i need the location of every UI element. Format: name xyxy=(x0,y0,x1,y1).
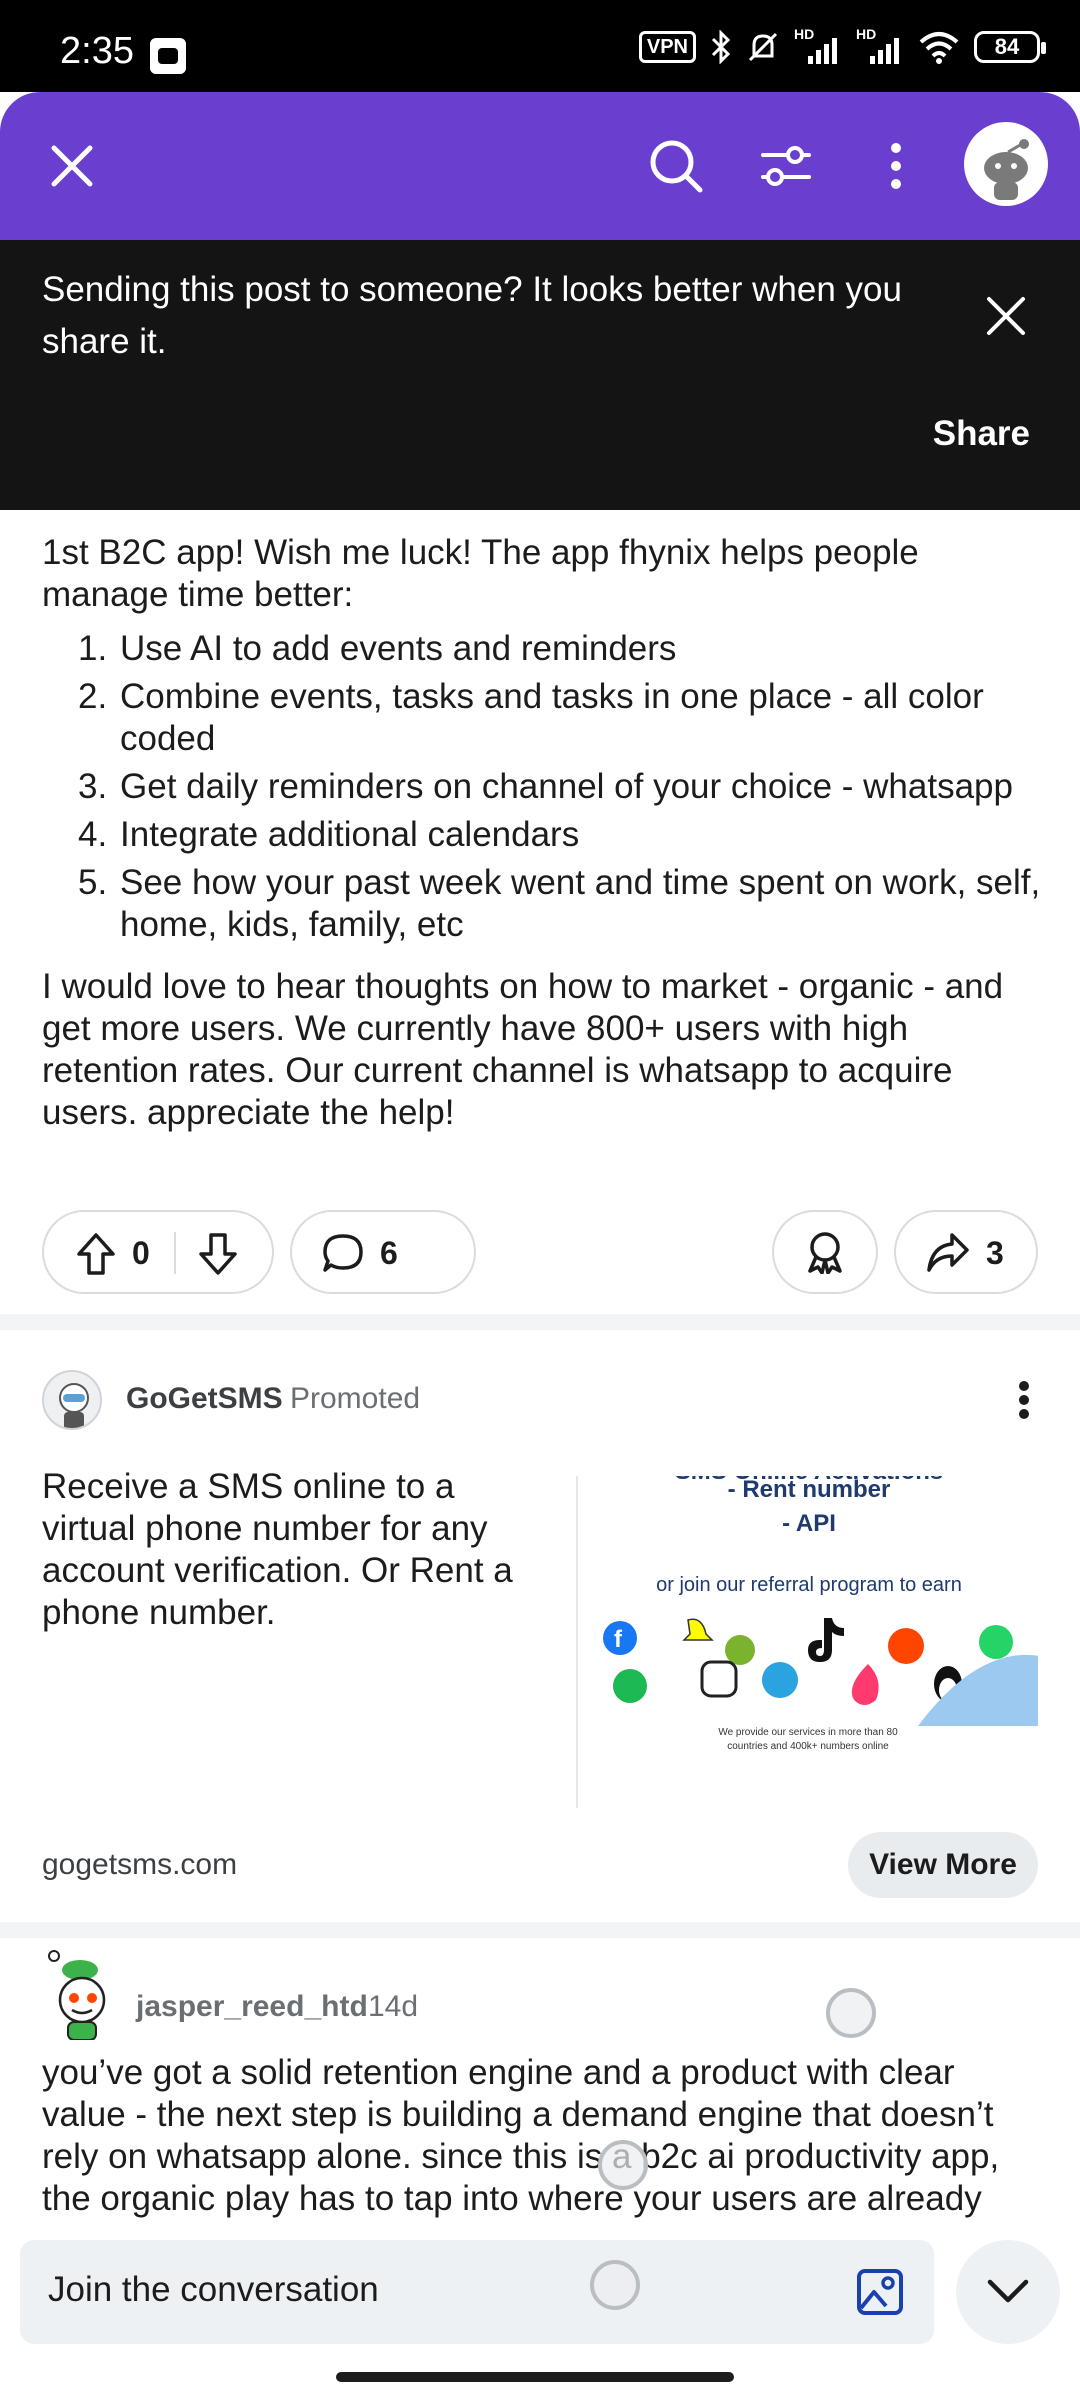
comment-text: you’ve got a solid retention engine and … xyxy=(42,2053,1000,2218)
svg-text:f: f xyxy=(614,1626,623,1653)
list-item: 2. Combine events, tasks and tasks in one… xyxy=(78,677,984,758)
ad-image-line2: - Rent number xyxy=(727,1476,891,1503)
list-item: 4. Integrate additional calendars xyxy=(78,815,580,854)
vote-count: 0 xyxy=(132,1235,150,1271)
sort-button[interactable] xyxy=(750,130,822,202)
ad-domain[interactable]: gogetsms.com xyxy=(42,1848,237,1882)
more-vertical-icon xyxy=(1019,1381,1029,1419)
award-button[interactable] xyxy=(772,1210,878,1294)
share-button[interactable]: Share xyxy=(933,414,1030,454)
close-icon xyxy=(987,297,1025,335)
comment-username[interactable]: jasper_reed_htd xyxy=(136,1990,368,2024)
comment-count: 6 xyxy=(380,1235,398,1271)
commenter-avatar[interactable] xyxy=(42,1950,120,2041)
status-icons: VPN HD HD 84 xyxy=(638,26,1046,64)
share-banner-text: Sending this post to someone? It looks b… xyxy=(42,270,902,361)
post-partial-line xyxy=(42,510,1042,532)
collapse-comments-button[interactable] xyxy=(956,2240,1060,2344)
share-count: 3 xyxy=(986,1235,1004,1271)
status-time: 2:35 xyxy=(60,30,134,72)
ad-image-line4: or join our referral program to earn xyxy=(656,1574,962,1596)
post-paragraph: I would love to hear thoughts on how to … xyxy=(42,967,1004,1132)
sort-icon xyxy=(761,146,811,186)
notification-app-icon xyxy=(150,38,186,74)
signal-icon-2: HD xyxy=(856,26,904,64)
snoo-avatar-icon xyxy=(48,1950,106,2041)
advertiser-avatar[interactable] xyxy=(42,1370,102,1430)
wifi-icon xyxy=(919,32,959,64)
downvote-button[interactable] xyxy=(198,1232,238,1284)
vote-divider xyxy=(174,1232,176,1274)
post-action-bar: 0 6 3 xyxy=(42,1210,1038,1294)
comment-input-placeholder: Join the conversation xyxy=(48,2270,379,2309)
comment-timestamp: 14d xyxy=(368,1990,419,2023)
close-button[interactable] xyxy=(36,130,108,202)
list-item: 1. Use AI to add events and reminders xyxy=(78,629,677,668)
dismiss-banner-button[interactable] xyxy=(970,280,1042,352)
promoted-label: Promoted xyxy=(290,1382,421,1415)
section-divider xyxy=(0,1314,1080,1330)
status-bar: 2:35 VPN HD HD 84 xyxy=(0,0,1080,92)
upvote-arrow-icon xyxy=(77,1233,115,1275)
chevron-down-icon xyxy=(987,2279,1029,2303)
award-icon xyxy=(808,1232,842,1274)
list-item: 3. Get daily reminders on channel of your… xyxy=(78,767,1013,806)
vote-control: 0 xyxy=(42,1210,274,1294)
advertiser-name[interactable]: GoGetSMS xyxy=(126,1382,283,1416)
touch-indicator xyxy=(826,1988,876,2038)
touch-indicator xyxy=(590,2260,640,2310)
view-more-button[interactable]: View More xyxy=(848,1832,1038,1898)
bluetooth-icon xyxy=(711,30,731,64)
vpn-icon: VPN xyxy=(638,31,696,63)
ad-image-footer: We provide our services in more than 80 … xyxy=(718,1727,898,1752)
home-indicator[interactable] xyxy=(336,2372,734,2382)
close-icon xyxy=(51,145,93,187)
touch-indicator xyxy=(598,2140,648,2190)
post-feature-list: 1. Use AI to add events and reminders 2. C… xyxy=(78,628,1042,946)
comments-button[interactable]: 6 xyxy=(290,1210,476,1294)
downvote-arrow-icon xyxy=(199,1233,237,1275)
post-body: 1st B2C app! Wish me luck! The app fhyni… xyxy=(42,510,1042,1134)
signal-icon-1: HD xyxy=(794,26,842,64)
battery-icon: 84 xyxy=(974,31,1046,63)
app-header xyxy=(0,92,1080,240)
section-divider xyxy=(0,1922,1080,1938)
share-banner: Sending this post to someone? It looks b… xyxy=(0,240,1080,510)
ad-text[interactable]: Receive a SMS online to a virtual phone … xyxy=(42,1466,552,1634)
ad-image-line3: - API xyxy=(782,1510,836,1537)
image-attach-icon[interactable] xyxy=(854,2266,906,2318)
share-arrow-icon xyxy=(927,1233,969,1272)
robot-avatar-icon xyxy=(59,1383,89,1428)
search-button[interactable] xyxy=(640,130,712,202)
comment-bubble-icon xyxy=(323,1234,363,1272)
search-icon xyxy=(650,140,703,193)
list-item: 5. See how your past week went and time s… xyxy=(78,863,1041,944)
user-avatar[interactable] xyxy=(964,122,1048,206)
ad-image[interactable]: SMS Online Activations - Rent number - A… xyxy=(576,1476,1038,1808)
ad-social-icons: f xyxy=(603,1618,1038,1726)
post-intro: 1st B2C app! Wish me luck! The app fhyni… xyxy=(42,533,919,614)
mute-bell-icon xyxy=(748,32,778,62)
snoo-avatar-icon xyxy=(984,139,1029,200)
more-vertical-icon xyxy=(891,143,901,189)
comment-input[interactable]: Join the conversation xyxy=(20,2240,934,2344)
more-options-button[interactable] xyxy=(860,130,932,202)
share-post-button[interactable]: 3 xyxy=(894,1210,1038,1294)
ad-options-button[interactable] xyxy=(996,1372,1052,1428)
upvote-button[interactable] xyxy=(76,1232,116,1284)
